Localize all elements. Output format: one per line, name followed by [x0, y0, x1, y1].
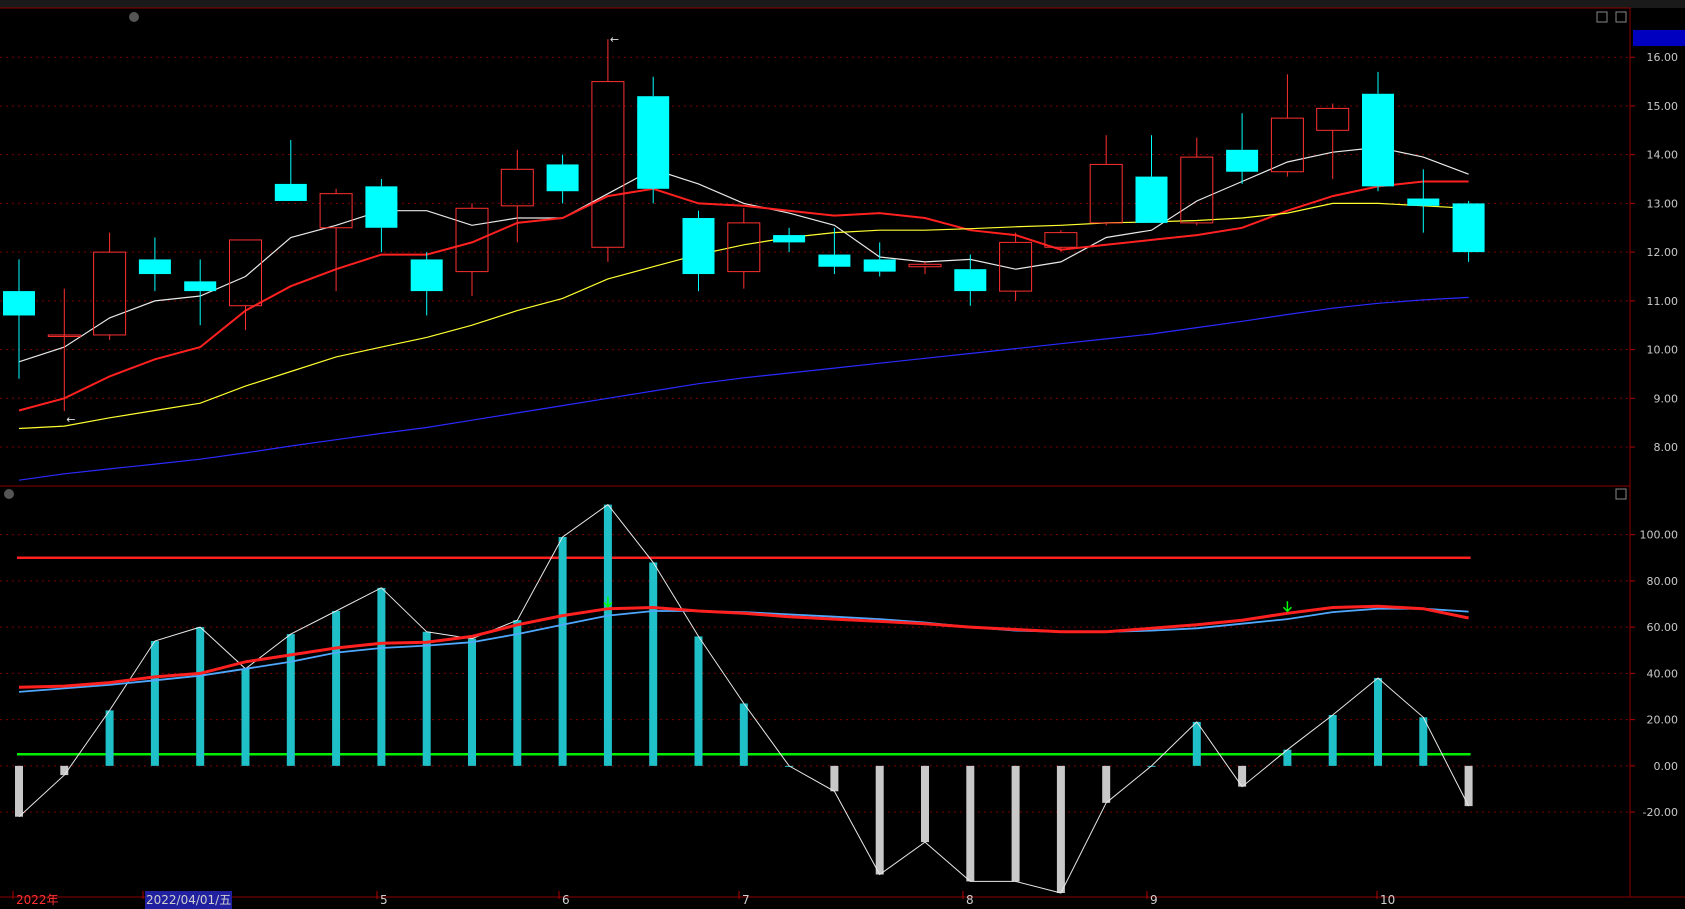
flow-bar — [1374, 678, 1382, 766]
candle-body-up — [229, 239, 262, 307]
indicator-tick-label: 60.00 — [1647, 621, 1679, 634]
flow-bar — [603, 504, 612, 766]
price-tick-label: 12.00 — [1647, 246, 1679, 259]
flow-bar — [649, 562, 658, 766]
indicator-tick-label: 80.00 — [1647, 575, 1679, 588]
flow-line — [18, 503, 1470, 894]
retail-line — [18, 607, 1469, 693]
time-axis-label: 2022年 — [16, 893, 59, 907]
price-badge — [1633, 30, 1685, 46]
candle-body-down — [184, 281, 217, 292]
price-tick-label: 16.00 — [1647, 51, 1679, 64]
candle-body-up — [500, 168, 534, 207]
stock-chart: 8.00 9.00 10.00 11.00 12.00 13.00 14.00 15.00 16… — [0, 7, 1685, 909]
price-tick-label: 14.00 — [1647, 149, 1679, 162]
flow-bar — [196, 627, 205, 766]
flow-bar — [332, 610, 341, 766]
candle-body-down — [410, 259, 443, 292]
flow-bar — [966, 765, 975, 882]
time-axis-label: 9 — [1150, 893, 1158, 907]
price-tick-label: 13.00 — [1647, 197, 1679, 210]
time-axis-label: 7 — [742, 893, 750, 907]
candle-body-down — [1135, 176, 1168, 223]
candle-body-down — [1362, 93, 1394, 187]
flow-bar — [875, 765, 884, 875]
flow-bar — [241, 668, 250, 766]
candle-body-down — [1407, 198, 1440, 206]
candle-body-down — [1452, 203, 1485, 253]
flow-bar — [15, 765, 23, 817]
buy-arrow-icon — [1282, 601, 1292, 613]
indicator-tick-label: 20.00 — [1647, 714, 1679, 727]
candle-body-down — [1226, 149, 1259, 172]
ma-line-ma5 — [18, 146, 1469, 363]
flow-bar — [513, 620, 522, 766]
candle-body-down — [818, 254, 851, 267]
candle-body-down — [365, 186, 398, 228]
candle-body-down — [546, 164, 579, 192]
candle-body-up — [1089, 163, 1123, 224]
ma-line-ma60 — [18, 296, 1469, 481]
flow-bar — [150, 641, 159, 766]
flow-bar — [105, 710, 114, 766]
collapse-icon — [4, 489, 14, 499]
flow-bar — [830, 765, 839, 792]
low-arrow: ← — [66, 413, 75, 426]
time-axis-label: 8 — [966, 893, 974, 907]
price-tick-label: 10.00 — [1647, 344, 1679, 357]
flow-bar — [422, 631, 431, 766]
candle-body-up — [455, 207, 489, 273]
candle-body-down — [682, 218, 715, 275]
flow-bar — [739, 703, 748, 766]
flow-bar — [1056, 765, 1065, 893]
candle-body-down — [138, 259, 171, 275]
candle-body-up — [319, 193, 353, 229]
flow-bar — [1419, 717, 1428, 766]
time-axis-label: 6 — [562, 893, 570, 907]
price-tick-label: 8.00 — [1654, 441, 1679, 454]
price-tick-label: 11.00 — [1647, 295, 1679, 308]
indicator-tick-label: -20.00 — [1643, 806, 1678, 819]
flow-bar — [558, 536, 567, 766]
candle-body-down — [773, 235, 806, 243]
window-restore-icon[interactable] — [1596, 11, 1608, 23]
candle-body-up — [908, 263, 942, 268]
candle-body-up — [1270, 117, 1304, 173]
candle-body-up — [1180, 156, 1214, 224]
price-tick-label: 15.00 — [1647, 100, 1679, 113]
mainforce-line — [18, 604, 1469, 689]
candle-body-down — [3, 291, 35, 316]
candle-body-up — [93, 251, 127, 336]
window-max-icon[interactable] — [1615, 488, 1627, 500]
chart-frame — [0, 7, 1685, 898]
time-axis-label: 2022/04/01/五 — [146, 893, 231, 907]
indicator-tick-label: 0.00 — [1654, 760, 1679, 773]
flow-bar — [921, 765, 929, 843]
flow-bar — [1328, 714, 1337, 766]
flow-bar — [468, 638, 476, 766]
indicator-tick-label: 40.00 — [1647, 667, 1679, 680]
candle-body-up — [1316, 107, 1350, 131]
indicator-tick-label: 100.00 — [1640, 529, 1679, 542]
high-arrow: ← — [610, 33, 619, 46]
flow-bar — [694, 636, 703, 766]
candle-body-down — [274, 183, 307, 201]
flow-bar — [1102, 765, 1111, 803]
time-axis-label: 5 — [380, 893, 388, 907]
candle-body-down — [954, 269, 987, 292]
collapse-icon — [129, 12, 139, 22]
time-axis-label: 10 — [1380, 893, 1395, 907]
flow-bar — [1011, 765, 1020, 882]
ma-line-ma20 — [18, 202, 1469, 430]
flow-bar — [1192, 721, 1201, 766]
candle-body-down — [863, 259, 896, 272]
window-max-icon[interactable] — [1615, 11, 1627, 23]
price-tick-label: 9.00 — [1654, 392, 1679, 405]
candle-body-down — [637, 96, 670, 189]
flow-bar — [377, 587, 386, 766]
